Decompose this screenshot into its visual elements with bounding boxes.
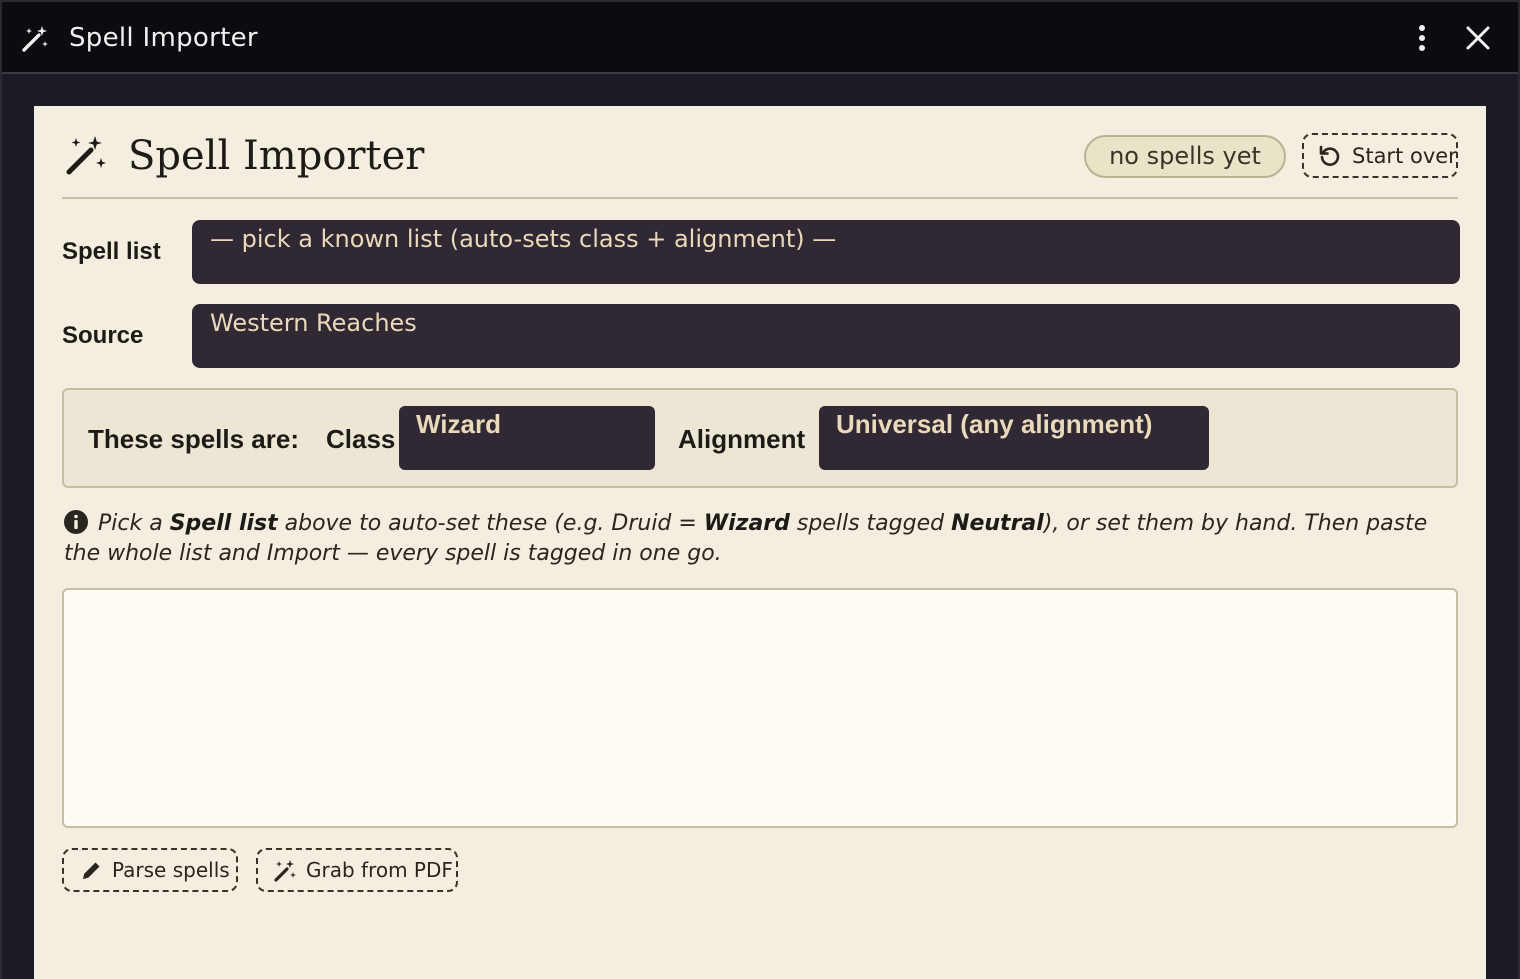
tagging-lead: These spells are: (88, 424, 299, 454)
source-label: Source (62, 322, 144, 349)
info-text-1: Pick a (98, 511, 170, 536)
grab-from-pdf-label: Grab from PDF (306, 858, 453, 882)
pencil-icon (83, 862, 100, 879)
start-over-label: Start over (1352, 144, 1457, 168)
title-bar: Spell Importer (2, 2, 1518, 74)
magic-wand-icon (22, 26, 48, 52)
source-field[interactable]: Western Reaches (192, 304, 1460, 368)
spell-count-badge: no spells yet (1084, 135, 1286, 178)
alignment-label: Alignment (678, 424, 806, 454)
spell-list-label: Spell list (62, 238, 161, 265)
parse-spells-button[interactable]: Parse spells (62, 848, 238, 892)
spell-list-select[interactable]: — pick a known list (auto-sets class + a… (192, 220, 1460, 284)
close-icon[interactable] (1462, 22, 1494, 54)
app-window: Spell Importer Spell Importer no spells … (0, 0, 1520, 979)
reset-icon (1319, 145, 1340, 166)
info-bold-spell-list: Spell list (169, 511, 278, 536)
parse-spells-label: Parse spells (112, 858, 230, 882)
header-divider (62, 197, 1458, 199)
importer-panel: Spell Importer no spells yet Start over … (34, 106, 1486, 979)
spell-paste-textarea[interactable] (62, 588, 1458, 828)
info-text-3: spells tagged (789, 511, 952, 536)
class-label: Class (326, 424, 396, 454)
alignment-select[interactable]: Universal (any alignment) (819, 406, 1209, 470)
page-title: Spell Importer (128, 133, 425, 179)
spell-tagging-box: These spells are: Class Wizard Alignment… (62, 388, 1458, 488)
class-select[interactable]: Wizard (399, 406, 655, 470)
start-over-button[interactable]: Start over (1302, 133, 1458, 178)
magic-wand-icon (66, 136, 106, 175)
info-bold-wizard: Wizard (703, 511, 790, 536)
more-options-icon[interactable] (1406, 22, 1438, 54)
magic-wand-icon (274, 860, 296, 882)
window-title: Spell Importer (69, 23, 258, 53)
info-icon (64, 510, 88, 534)
info-hint: Pick a Spell list above to auto-set thes… (64, 509, 1464, 569)
grab-from-pdf-button[interactable]: Grab from PDF (256, 848, 458, 892)
info-bold-neutral: Neutral (951, 511, 1044, 536)
info-text-2: above to auto-set these (e.g. Druid = (277, 511, 704, 536)
